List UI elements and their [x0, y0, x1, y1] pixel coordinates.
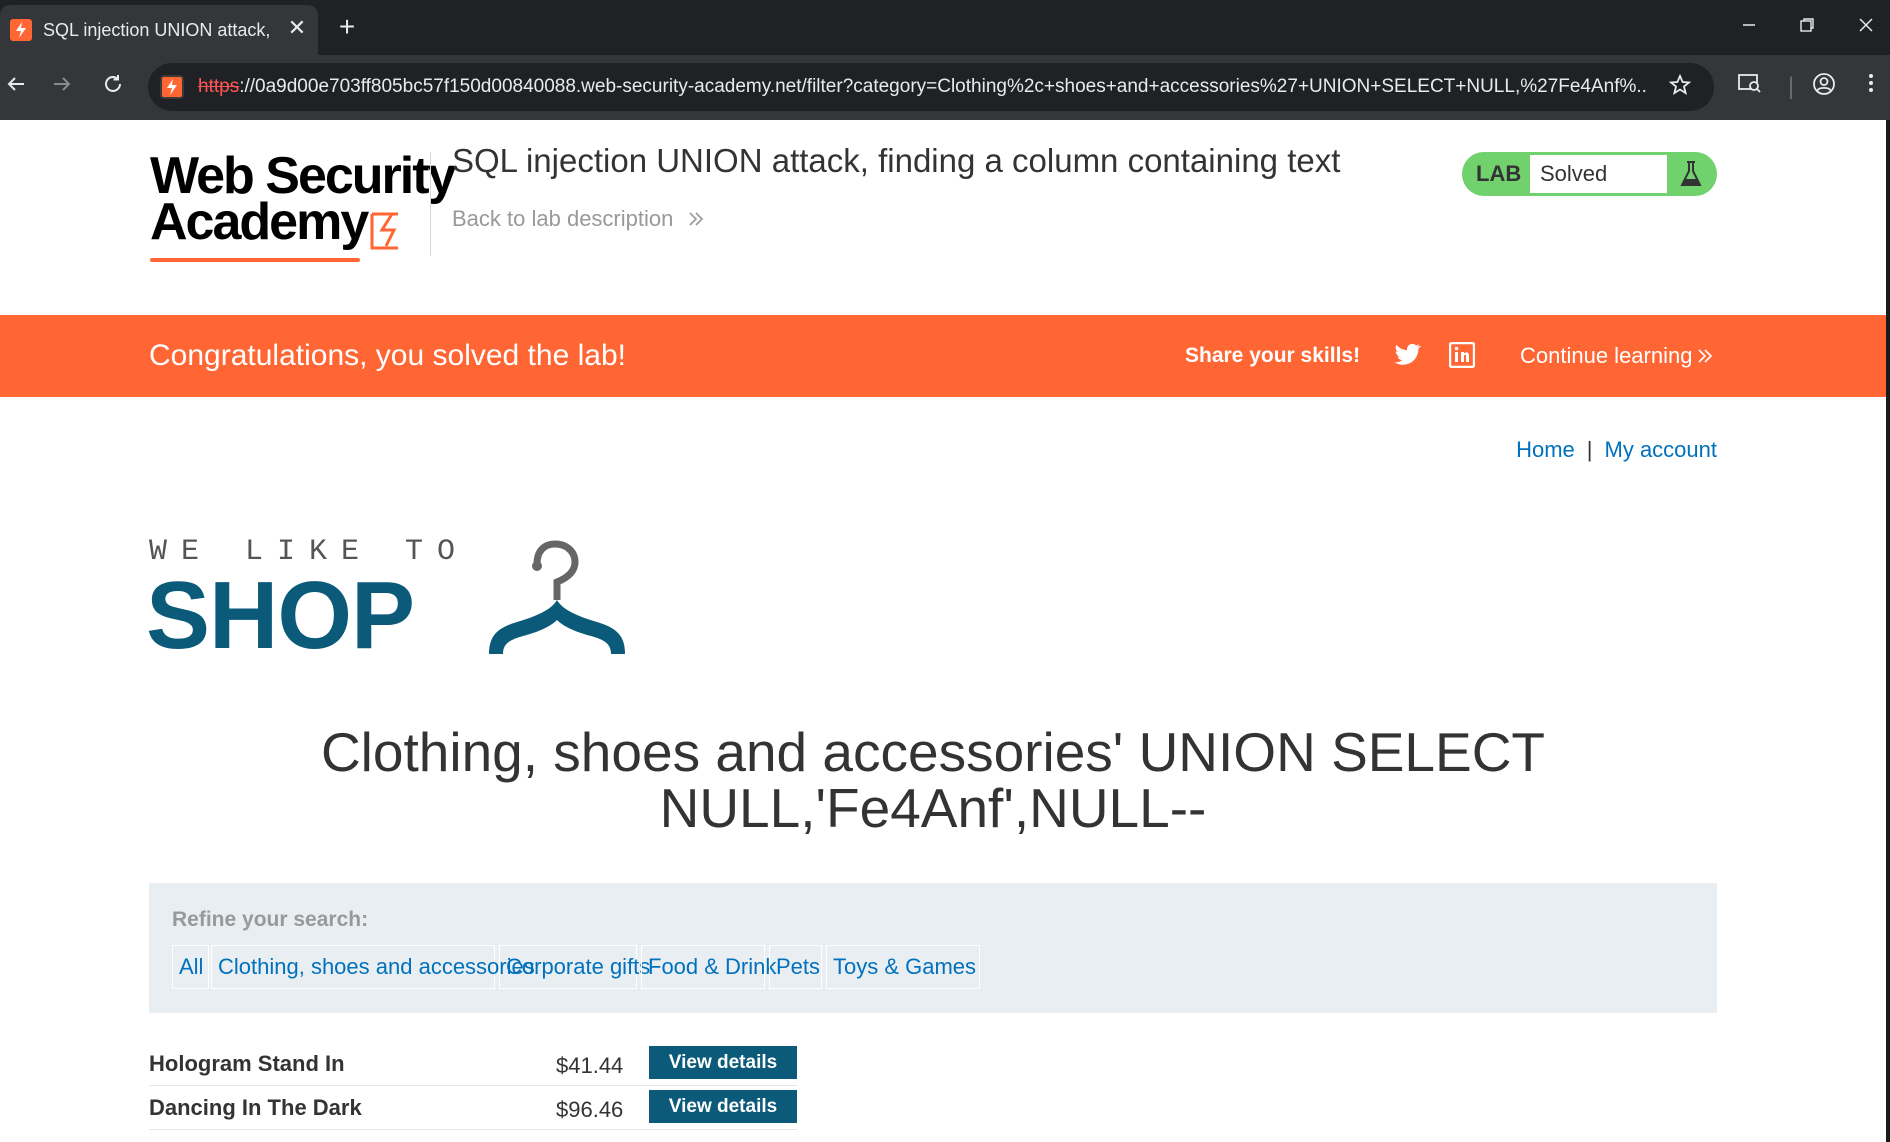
bookmark-star-icon[interactable] [1666, 73, 1694, 101]
profile-icon[interactable] [1808, 71, 1840, 103]
window-minimize-icon[interactable] [1729, 12, 1769, 42]
back-link-label: Back to lab description [452, 206, 674, 231]
share-skills-label: Share your skills! [1185, 344, 1361, 367]
product-name: Dancing In The Dark [149, 1095, 362, 1120]
clothes-hanger-icon [489, 540, 625, 654]
new-tab-button[interactable]: + [333, 13, 361, 41]
view-details-button[interactable]: View details [649, 1090, 797, 1123]
double-chevron-right-icon [681, 206, 705, 231]
shop-word: SHOP [146, 562, 415, 669]
product-price: $96.46 [556, 1097, 624, 1122]
search-filters: Refine your search: All Clothing, shoes … [149, 883, 1717, 1013]
site-info-icon[interactable] [160, 75, 184, 99]
tab-close-icon[interactable]: ✕ [285, 16, 309, 40]
url-scheme: https [198, 76, 240, 97]
double-chevron-right-icon [1698, 349, 1713, 363]
filter-food-drink[interactable]: Food & Drink [641, 945, 776, 989]
nav-separator: | [1586, 437, 1593, 462]
web-security-academy-logo[interactable]: Web Security Academy [150, 148, 456, 268]
address-bar[interactable]: https://0a9d00e703ff805bc57f150d00840088… [148, 63, 1714, 111]
account-navigation: Home | My account [1510, 434, 1717, 466]
my-account-link[interactable]: My account [1605, 437, 1718, 462]
filter-toys-games[interactable]: Toys & Games [826, 945, 980, 989]
url-rest: ://0a9d00e703ff805bc57f150d00840088.web-… [239, 76, 1648, 97]
product-name: Hologram Stand In [149, 1051, 345, 1076]
view-details-button[interactable]: View details [649, 1046, 797, 1079]
continue-learning-link[interactable]: Continue learning [1520, 341, 1714, 371]
filter-all[interactable]: All [172, 945, 209, 989]
product-price: $41.44 [556, 1053, 624, 1078]
tab-search-icon[interactable] [1734, 71, 1766, 103]
continue-learning-label: Continue learning [1520, 343, 1693, 368]
linkedin-icon[interactable] [1449, 342, 1475, 368]
lab-title: SQL injection UNION attack, finding a co… [452, 142, 1341, 179]
window-close-icon[interactable] [1846, 12, 1886, 42]
home-link[interactable]: Home [1516, 437, 1575, 462]
browser-tab[interactable]: SQL injection UNION attack, finding a co… [0, 5, 318, 55]
forward-arrow-icon[interactable] [46, 71, 78, 103]
lab-label: LAB [1476, 161, 1522, 186]
url-text[interactable]: https://0a9d00e703ff805bc57f150d00840088… [198, 75, 1648, 99]
logo-bolt-icon [370, 212, 398, 250]
solved-banner: Congratulations, you solved the lab! Sha… [0, 315, 1886, 397]
logo-underline [150, 258, 360, 262]
back-to-lab-description-link[interactable]: Back to lab description [452, 204, 705, 234]
browser-tab-bar: SQL injection UNION attack, finding a co… [0, 0, 1890, 55]
lab-status-value: Solved [1530, 155, 1667, 193]
browser-toolbar: https://0a9d00e703ff805bc57f150d00840088… [0, 55, 1890, 120]
category-heading: Clothing, shoes and accessories' UNION S… [320, 721, 1546, 839]
filter-clothing-shoes-accessories[interactable]: Clothing, shoes and accessories [211, 945, 535, 989]
flask-icon [1680, 161, 1702, 186]
refine-search-label: Refine your search: [172, 908, 369, 931]
page-content: Web Security Academy SQL injection UNION… [0, 120, 1886, 1142]
tab-title: SQL injection UNION attack, finding a co… [43, 20, 275, 40]
lab-status-badge: LAB Solved [1462, 152, 1717, 196]
header-divider [430, 152, 431, 256]
browser-menu-icon[interactable] [1855, 71, 1887, 103]
shop-logo: WE LIKE TO SHOP [146, 534, 639, 669]
filter-corporate-gifts[interactable]: Corporate gifts [499, 945, 650, 989]
congratulations-message: Congratulations, you solved the lab! [149, 339, 626, 372]
logo-line-2: Academy [150, 193, 369, 251]
reload-icon[interactable] [97, 71, 129, 103]
table-row: Dancing In The Dark $96.46 View details [149, 1086, 797, 1130]
window-restore-icon[interactable] [1787, 12, 1827, 42]
twitter-icon[interactable] [1393, 342, 1421, 368]
window-edge [1886, 120, 1890, 1142]
tab-favicon-icon [10, 19, 32, 41]
table-row: Hologram Stand In $41.44 View details [149, 1042, 797, 1086]
back-arrow-icon[interactable] [0, 71, 32, 103]
filter-pets[interactable]: Pets [769, 945, 822, 989]
toolbar-divider: | [1787, 73, 1795, 100]
